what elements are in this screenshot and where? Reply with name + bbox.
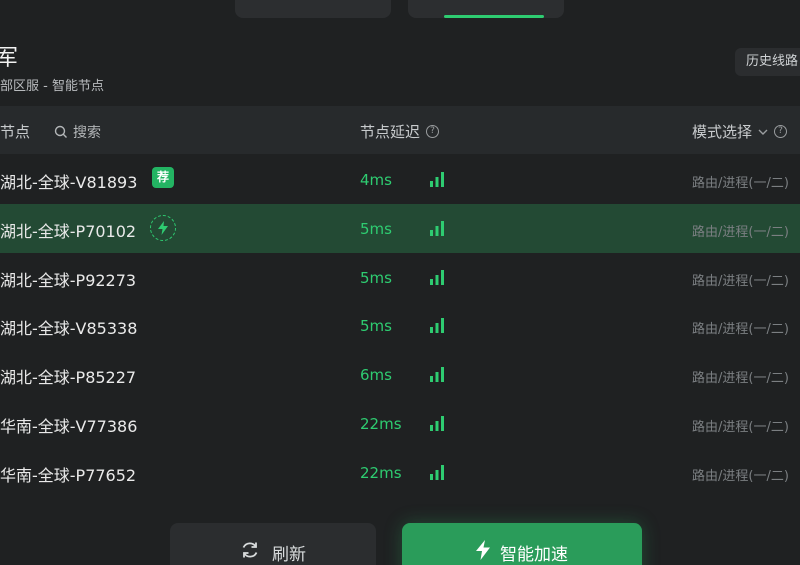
chevron-down-icon bbox=[758, 129, 768, 135]
node-name: 华南-全球-V77386 bbox=[0, 416, 138, 436]
table-header: 节点 搜索 节点延迟 ? 模式选择 ? bbox=[0, 106, 800, 154]
node-mode[interactable]: 路由/进程(一/二) bbox=[692, 172, 789, 191]
signal-icon bbox=[430, 318, 444, 334]
signal-icon bbox=[430, 269, 444, 285]
refresh-button[interactable]: 刷新 bbox=[170, 523, 376, 565]
node-latency: 5ms bbox=[360, 268, 392, 287]
node-name: 湖北-全球-P92273 bbox=[0, 270, 137, 290]
node-name: 湖北-全球-P70102 bbox=[0, 221, 137, 241]
help-icon[interactable]: ? bbox=[774, 125, 788, 138]
lightning-icon bbox=[476, 540, 490, 560]
node-mode[interactable]: 路由/进程(一/二) bbox=[692, 221, 789, 240]
node-row[interactable]: 湖北-全球-P92273 5ms 路由/进程(一/二) bbox=[0, 253, 800, 302]
node-list: 湖北-全球-V81893 荐 4ms 路由/进程(一/二) 湖北-全球-P701… bbox=[0, 155, 800, 497]
column-mode-header[interactable]: 模式选择 ? bbox=[692, 121, 788, 142]
help-icon[interactable]: ? bbox=[426, 125, 440, 138]
search-input[interactable]: 搜索 bbox=[54, 122, 101, 142]
node-row[interactable]: 华南-全球-P77652 22ms 路由/进程(一/二) bbox=[0, 448, 800, 497]
refresh-icon bbox=[242, 542, 258, 558]
node-mode[interactable]: 路由/进程(一/二) bbox=[692, 270, 789, 289]
node-mode[interactable]: 路由/进程(一/二) bbox=[692, 416, 789, 435]
tab-node[interactable]: 节点 bbox=[408, 0, 564, 18]
refresh-label: 刷新 bbox=[272, 545, 306, 565]
column-latency-header: 节点延迟 ? bbox=[360, 121, 440, 142]
node-latency: 22ms bbox=[360, 414, 402, 433]
node-name: 华南-全球-P77652 bbox=[0, 465, 137, 485]
node-row[interactable]: 湖北-全球-V85338 5ms 路由/进程(一/二) bbox=[0, 301, 800, 350]
node-mode[interactable]: 路由/进程(一/二) bbox=[692, 367, 789, 386]
page-title: 军 bbox=[0, 46, 19, 71]
smart-accelerate-button[interactable]: 智能加速 bbox=[402, 523, 642, 565]
node-row[interactable]: 湖北-全球-V81893 荐 4ms 路由/进程(一/二) bbox=[0, 155, 800, 204]
recommended-badge: 荐 bbox=[152, 167, 174, 188]
node-latency: 5ms bbox=[360, 317, 392, 336]
node-latency: 22ms bbox=[360, 463, 402, 482]
signal-icon bbox=[430, 172, 444, 187]
active-tab-indicator bbox=[444, 15, 544, 18]
node-latency: 6ms bbox=[360, 366, 392, 385]
search-placeholder: 搜索 bbox=[73, 125, 101, 141]
node-latency: 5ms bbox=[360, 219, 392, 238]
accelerating-icon bbox=[150, 214, 176, 241]
search-icon bbox=[54, 125, 67, 138]
signal-icon bbox=[430, 220, 444, 236]
node-name: 湖北-全球-V85338 bbox=[0, 319, 138, 339]
page-subtitle: 部区服 - 智能节点 bbox=[0, 79, 104, 94]
node-mode[interactable]: 路由/进程(一/二) bbox=[692, 318, 789, 337]
node-name: 湖北-全球-V81893 bbox=[0, 173, 138, 192]
tab-server[interactable]: 区服 bbox=[235, 0, 391, 18]
node-mode[interactable]: 路由/进程(一/二) bbox=[692, 465, 789, 484]
signal-icon bbox=[430, 415, 444, 431]
history-route-button[interactable]: 历史线路 bbox=[735, 48, 800, 76]
signal-icon bbox=[430, 464, 444, 480]
accelerate-label: 智能加速 bbox=[500, 545, 568, 565]
node-row[interactable]: 华南-全球-V77386 22ms 路由/进程(一/二) bbox=[0, 399, 800, 448]
node-latency: 4ms bbox=[360, 171, 392, 189]
node-name: 湖北-全球-P85227 bbox=[0, 368, 137, 388]
signal-icon bbox=[430, 367, 444, 383]
node-row-selected[interactable]: 湖北-全球-P70102 5ms 路由/进程(一/二) bbox=[0, 203, 800, 253]
node-row[interactable]: 湖北-全球-P85227 6ms 路由/进程(一/二) bbox=[0, 350, 800, 399]
column-node-header: 节点 bbox=[0, 123, 31, 141]
